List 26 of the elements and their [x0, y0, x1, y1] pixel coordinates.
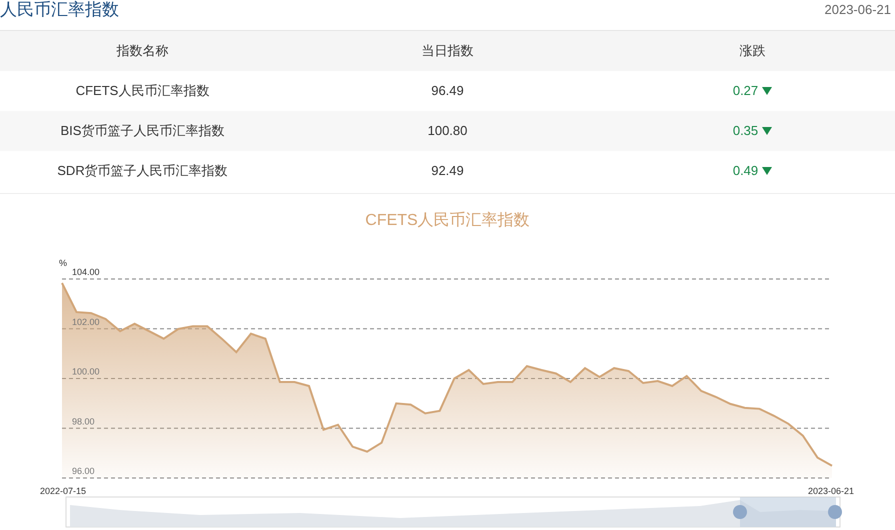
y-tick-label: 96.00 [72, 466, 95, 476]
table-cell-text: 92.49 [431, 162, 464, 180]
table-cell-text: BIS货币篮子人民币汇率指数 [60, 122, 224, 140]
range-start-label: 2022-07-15 [40, 486, 86, 496]
date-label: 2023-06-21 [824, 1, 892, 19]
zoom-handle[interactable] [733, 505, 747, 519]
table-cell-text: CFETS人民币汇率指数 [76, 82, 210, 100]
change-value: 0.27 [732, 82, 758, 100]
y-tick-label: 100.00 [72, 366, 100, 376]
change-value: 0.35 [732, 122, 758, 140]
range-end-label: 2023-06-21 [808, 486, 854, 496]
table-cell-text: 100.80 [428, 122, 468, 140]
y-tick-label: 104.00 [72, 267, 100, 277]
y-tick-label: 98.00 [72, 416, 95, 426]
chart-title: CFETS人民币汇率指数 [365, 212, 530, 230]
column-header: 涨跌 [740, 42, 766, 60]
column-header: 当日指数 [422, 42, 474, 60]
page-title: 人民币汇率指数 [0, 0, 119, 20]
column-header: 指数名称 [116, 42, 168, 60]
change-value: 0.49 [732, 162, 758, 180]
y-axis-unit: % [59, 258, 68, 268]
zoom-selection[interactable] [740, 497, 836, 527]
table-cell-text: 96.49 [431, 82, 464, 100]
zoom-handle[interactable] [828, 505, 842, 519]
table-cell-text: SDR货币篮子人民币汇率指数 [57, 162, 228, 180]
y-tick-label: 102.00 [72, 316, 100, 327]
